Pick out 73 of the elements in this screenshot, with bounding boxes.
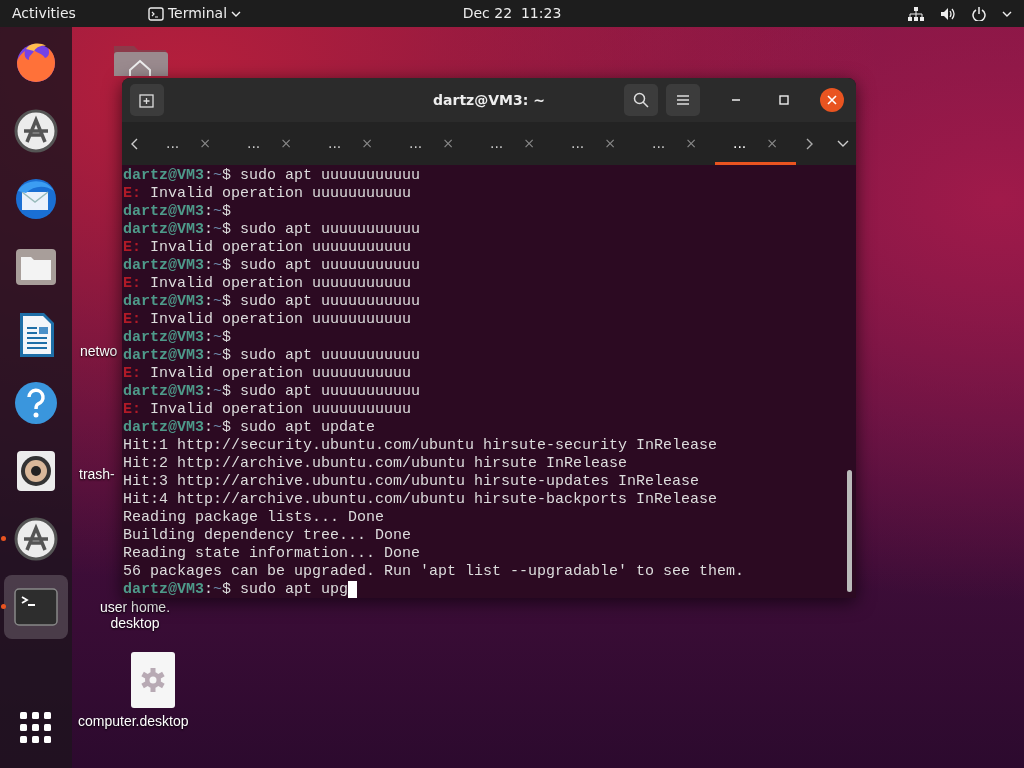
search-icon [633, 92, 649, 108]
scrollbar[interactable] [847, 470, 852, 592]
network-icon [908, 6, 924, 21]
tab[interactable]: ... × [715, 122, 796, 165]
tab[interactable]: ... × [310, 122, 391, 165]
software-store-icon [12, 107, 60, 155]
tab[interactable]: ... × [553, 122, 634, 165]
chevron-right-icon [805, 137, 813, 150]
maximize-icon [779, 95, 789, 105]
window-title: dartz@VM3: ~ [433, 90, 545, 110]
caret-icon [1002, 9, 1012, 18]
tab[interactable]: ... × [229, 122, 310, 165]
caret-icon [231, 9, 242, 18]
file-label: desktop [110, 615, 160, 631]
tab-close-button[interactable]: × [685, 133, 698, 154]
output-line: Hit:4 http://archive.ubuntu.com/ubuntu hirsute-backports InRelease [123, 491, 718, 509]
tab[interactable]: ... × [634, 122, 715, 165]
menu-icon [676, 94, 690, 106]
tab-close-button[interactable]: × [361, 133, 374, 154]
tab[interactable]: ... × [472, 122, 553, 165]
error-line: E: Invalid operation uuuuuuuuuuu [123, 185, 412, 203]
prompt-line: dartz@VM3:~$ sudo apt uuuuuuuuuuu [123, 221, 421, 239]
file-label: trash- [79, 466, 115, 482]
tab-close-button[interactable]: × [199, 133, 212, 154]
error-line: E: Invalid operation uuuuuuuuuuu [123, 275, 412, 293]
minimize-icon [731, 99, 741, 101]
plus-icon [139, 92, 155, 108]
prompt-line: dartz@VM3:~$ sudo apt update [123, 419, 376, 437]
error-line: E: Invalid operation uuuuuuuuuuu [123, 239, 412, 257]
file-label: netwo [80, 343, 118, 359]
file-label: computer.desktop [78, 713, 189, 729]
prompt-line: dartz@VM3:~$ [123, 329, 232, 347]
tab-close-button[interactable]: × [442, 133, 455, 154]
prompt-line: dartz@VM3:~$ sudo apt uuuuuuuuuuu [123, 257, 421, 275]
file-label: user home. [100, 599, 171, 615]
close-icon [827, 95, 837, 105]
error-line: E: Invalid operation uuuuuuuuuuu [123, 311, 412, 329]
chevron-left-icon [131, 137, 139, 150]
output-line: Reading state information... Done [123, 545, 421, 563]
output-line: Hit:3 http://archive.ubuntu.com/ubuntu hirsute-updates InRelease [123, 473, 700, 491]
power-icon [972, 6, 986, 21]
help-icon [12, 379, 60, 427]
new-tab-button[interactable] [130, 84, 164, 116]
menu-button[interactable] [666, 84, 700, 116]
prompt-line: dartz@VM3:~$ sudo apt upg [123, 581, 358, 598]
app-menu[interactable]: Terminal [147, 3, 242, 24]
close-button[interactable] [820, 88, 844, 112]
tab-close-button[interactable]: × [766, 133, 779, 154]
terminal-icon [147, 6, 164, 21]
gear-icon[interactable] [131, 652, 176, 708]
tab-close-button[interactable]: × [280, 133, 293, 154]
error-line: E: Invalid operation uuuuuuuuuuu [123, 401, 412, 419]
software-store-icon [12, 515, 60, 563]
error-line: E: Invalid operation uuuuuuuuuuu [123, 365, 412, 383]
chevron-down-icon [837, 139, 849, 148]
tab[interactable]: ... × [391, 122, 472, 165]
prompt-line: dartz@VM3:~$ sudo apt uuuuuuuuuuu [123, 347, 421, 365]
tab-close-button[interactable]: × [523, 133, 536, 154]
output-line: Hit:2 http://archive.ubuntu.com/ubuntu hirsute InRelease [123, 455, 628, 473]
activities-button[interactable]: Activities [8, 3, 76, 24]
clock[interactable]: Dec 22 11:23 [462, 3, 562, 24]
search-button[interactable] [624, 84, 658, 116]
prompt-line: dartz@VM3:~$ [123, 203, 232, 221]
tab-close-button[interactable]: × [604, 133, 617, 154]
prompt-line: dartz@VM3:~$ sudo apt uuuuuuuuuuu [123, 293, 421, 311]
output-line: Building dependency tree... Done [123, 527, 412, 545]
tab[interactable]: ... × [148, 122, 229, 165]
prompt-line: dartz@VM3:~$ sudo apt uuuuuuuuuuu [123, 167, 421, 185]
volume-icon [940, 6, 956, 21]
prompt-line: dartz@VM3:~$ sudo apt uuuuuuuuuuu [123, 383, 421, 401]
output-line: 56 packages can be upgraded. Run 'apt list --upgradable' to see them. [123, 563, 745, 581]
output-line: Reading package lists... Done [123, 509, 385, 527]
output-line: Hit:1 http://security.ubuntu.com/ubuntu hirsute-security InRelease [123, 437, 718, 455]
